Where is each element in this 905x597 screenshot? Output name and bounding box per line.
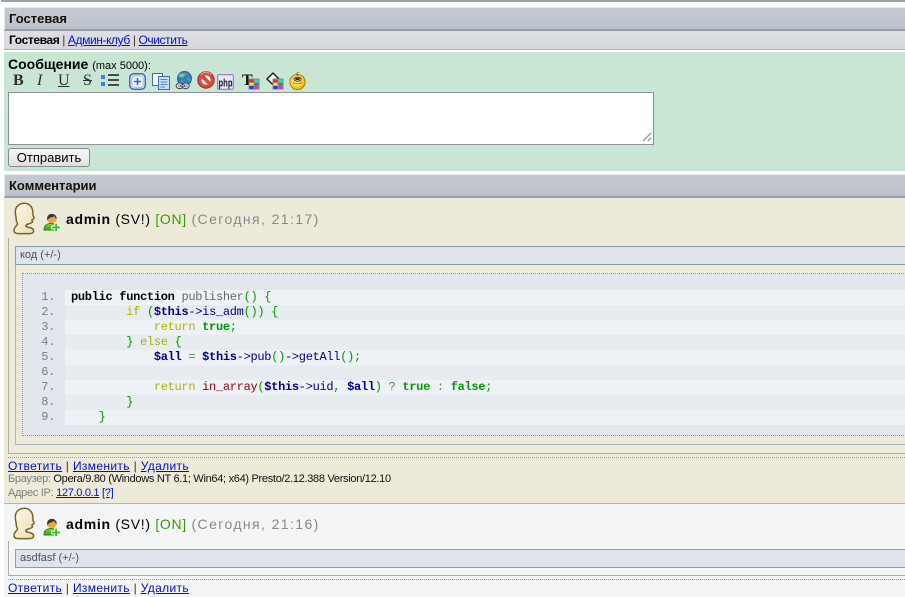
svg-text:php: php: [219, 78, 233, 90]
